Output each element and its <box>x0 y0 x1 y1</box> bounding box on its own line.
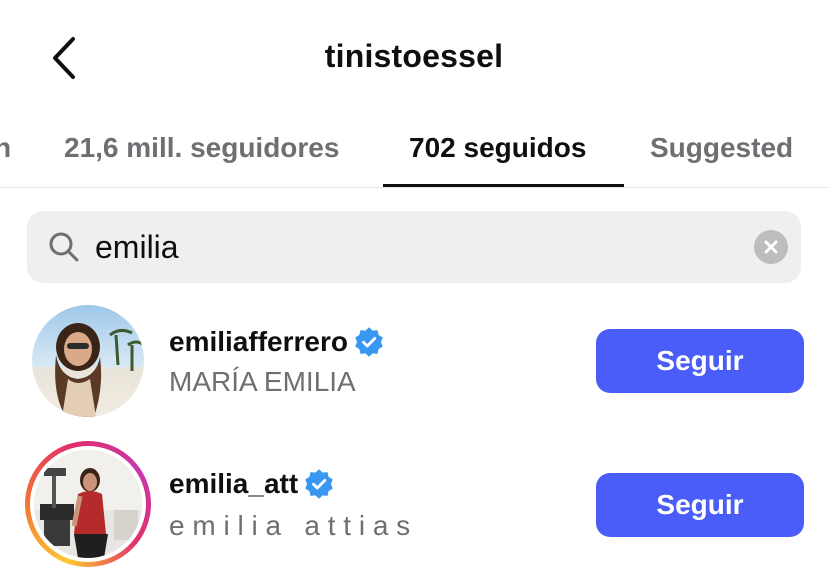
tab-following[interactable]: 702 seguidos <box>409 108 586 188</box>
verified-badge-icon <box>355 327 383 357</box>
list-item[interactable]: emilia_att e m i l i a a t t i a s Segui… <box>0 438 828 568</box>
full-name: MARÍA EMILIA <box>169 366 356 397</box>
username-line: emiliafferrero <box>169 326 384 358</box>
follow-button[interactable]: Seguir <box>596 473 804 537</box>
search-bar <box>27 211 801 283</box>
tab-suggested[interactable]: Suggested <box>650 108 793 188</box>
username[interactable]: emilia_att <box>169 468 298 500</box>
verified-badge-icon <box>305 469 333 499</box>
header: tinistoessel <box>0 0 828 110</box>
search-input[interactable] <box>95 225 695 269</box>
page-title: tinistoessel <box>324 38 504 74</box>
follow-button[interactable]: Seguir <box>596 329 804 393</box>
username-line: emilia_att <box>169 468 334 500</box>
search-icon <box>49 232 79 262</box>
tab-partial[interactable]: n <box>0 108 11 188</box>
clear-icon <box>764 240 778 254</box>
clear-search-button[interactable] <box>754 230 788 264</box>
avatar[interactable] <box>34 450 142 558</box>
tab-bar: n 21,6 mill. seguidores 702 seguidos Sug… <box>0 108 828 188</box>
username[interactable]: emiliafferrero <box>169 326 348 358</box>
list-item[interactable]: emiliafferrero MARÍA EMILIA Seguir <box>0 298 828 428</box>
full-name: e m i l i a a t t i a s <box>169 510 411 541</box>
active-tab-indicator <box>383 184 624 187</box>
avatar[interactable] <box>32 305 144 417</box>
tab-followers[interactable]: 21,6 mill. seguidores <box>64 108 339 188</box>
